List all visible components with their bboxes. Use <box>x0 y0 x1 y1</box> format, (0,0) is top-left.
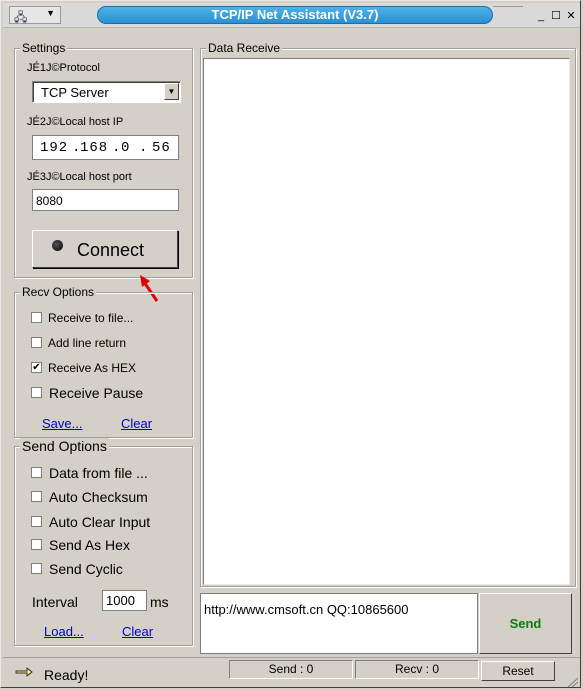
send-count: Send : 0 <box>229 660 353 679</box>
interval-input[interactable]: 1000 <box>102 590 147 611</box>
window-title: TCP/IP Net Assistant (V3.7) <box>97 6 493 24</box>
ip-octet-4: 56 <box>152 140 171 156</box>
auto-clear-input-checkbox[interactable] <box>31 516 42 527</box>
status-led-icon <box>52 240 63 251</box>
resize-grip-icon[interactable] <box>567 677 579 687</box>
chevron-down-icon: ▼ <box>46 8 55 18</box>
title-divider <box>493 6 523 25</box>
send-as-hex-checkbox[interactable] <box>31 539 42 550</box>
local-port-input[interactable]: 8080 <box>32 189 179 211</box>
send-clear-link[interactable]: Clear <box>122 624 153 639</box>
port-label: JÉ3J©Local host port <box>27 171 132 183</box>
connect-button[interactable]: Connect <box>32 230 178 268</box>
recv-count: Recv : 0 <box>355 660 479 679</box>
close-button[interactable]: ✕ <box>564 9 578 23</box>
data-from-file-checkbox[interactable] <box>31 467 42 478</box>
port-value: 8080 <box>36 194 63 208</box>
status-ready-text: Ready! <box>44 667 89 683</box>
auto-checksum-label: Auto Checksum <box>49 489 148 505</box>
app-window: 🖧 ▼ TCP/IP Net Assistant (V3.7) _ ☐ ✕ Se… <box>0 0 581 688</box>
send-cyclic-checkbox[interactable] <box>31 563 42 574</box>
add-line-return-label: Add line return <box>48 336 127 350</box>
protocol-label: JÉ1J©Protocol <box>27 62 100 74</box>
receive-textarea[interactable] <box>203 58 570 585</box>
receive-pause-checkbox[interactable] <box>31 387 42 398</box>
send-textarea[interactable]: http://www.cmsoft.cn QQ:10865600 <box>200 593 478 654</box>
add-line-return-checkbox[interactable] <box>31 337 42 348</box>
ip-octet-1: 192 <box>40 140 69 156</box>
interval-unit: ms <box>150 594 169 610</box>
maximize-button[interactable]: ☐ <box>549 9 563 23</box>
title-bar: 🖧 ▼ TCP/IP Net Assistant (V3.7) _ ☐ ✕ <box>3 3 580 28</box>
load-link[interactable]: Load... <box>44 624 84 639</box>
send-cyclic-label: Send Cyclic <box>49 561 123 577</box>
protocol-value: TCP Server <box>41 85 109 100</box>
send-button[interactable]: Send <box>479 593 572 654</box>
auto-checksum-checkbox[interactable] <box>31 491 42 502</box>
send-text: http://www.cmsoft.cn QQ:10865600 <box>204 602 409 617</box>
network-icon: 🖧 <box>14 10 28 24</box>
protocol-select[interactable]: TCP Server ▼ <box>32 81 181 103</box>
ip-octet-3: 0 <box>121 140 131 156</box>
receive-as-hex-checkbox[interactable]: ✔ <box>31 362 42 373</box>
data-from-file-label: Data from file ... <box>49 465 148 481</box>
auto-clear-input-label: Auto Clear Input <box>49 514 151 530</box>
settings-legend: Settings <box>20 41 68 55</box>
reset-button[interactable]: Reset <box>481 661 555 681</box>
ip-label: JÉ2J©Local host IP <box>27 116 124 128</box>
data-receive-legend: Data Receive <box>206 41 283 55</box>
recv-clear-link[interactable]: Clear <box>121 416 152 431</box>
receive-to-file-checkbox[interactable] <box>31 312 42 323</box>
system-menu-button[interactable]: 🖧 ▼ <box>9 6 61 24</box>
local-ip-input[interactable]: 192 . 168 . 0 . 56 <box>32 135 179 160</box>
interval-label: Interval <box>32 594 78 610</box>
receive-to-file-label: Receive to file... <box>48 311 134 325</box>
send-as-hex-label: Send As Hex <box>49 537 130 553</box>
ip-octet-2: 168 <box>80 140 109 156</box>
save-link[interactable]: Save... <box>42 416 82 431</box>
chevron-down-icon[interactable]: ▼ <box>164 83 179 100</box>
receive-pause-label: Receive Pause <box>49 385 144 401</box>
recv-options-legend: Recv Options <box>20 285 97 299</box>
status-divider <box>3 657 580 658</box>
send-options-legend: Send Options <box>20 438 109 454</box>
minimize-button[interactable]: _ <box>534 9 548 23</box>
interval-value: 1000 <box>106 593 135 608</box>
connect-label: Connect <box>77 240 145 260</box>
receive-as-hex-label: Receive As HEX <box>48 361 137 375</box>
hand-pointer-icon <box>15 666 33 678</box>
